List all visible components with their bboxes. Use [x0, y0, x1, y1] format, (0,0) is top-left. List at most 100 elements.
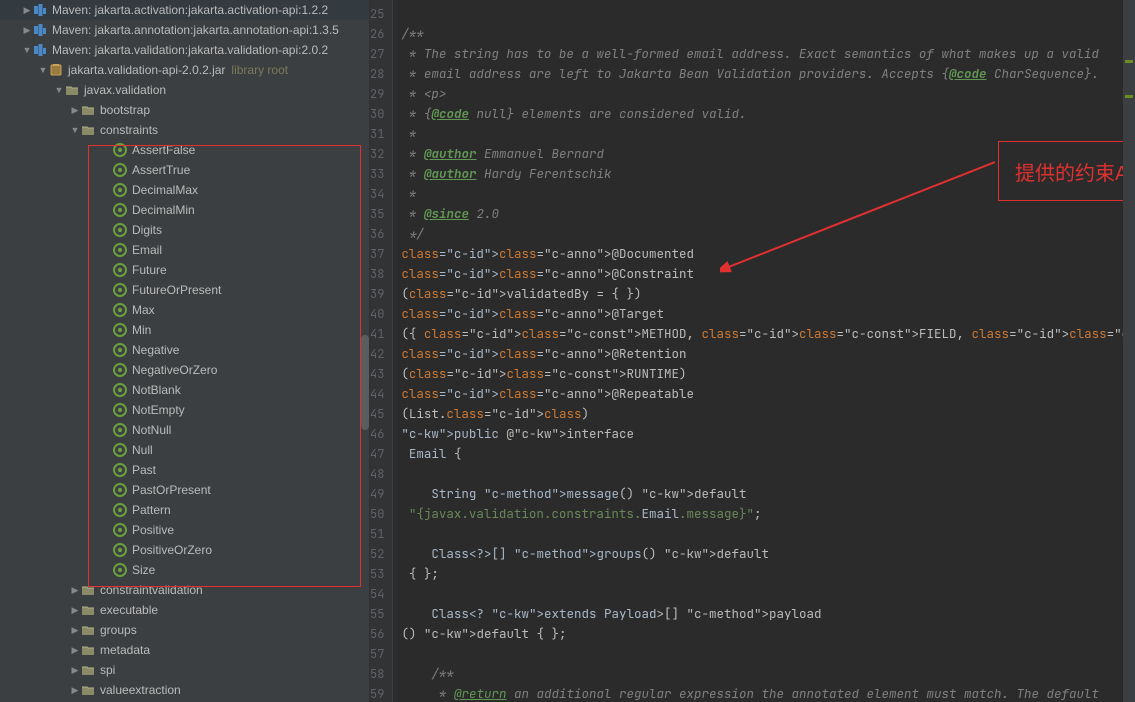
- tree-item[interactable]: AssertFalse: [0, 140, 369, 160]
- line-number: 37: [370, 244, 384, 264]
- tree-arrow-icon[interactable]: ▼: [54, 85, 64, 95]
- line-number: 34: [370, 184, 384, 204]
- tree-item-label: valueextraction: [100, 683, 181, 697]
- tree-item[interactable]: Min: [0, 320, 369, 340]
- tree-arrow-icon[interactable]: ▶: [70, 645, 80, 656]
- code-line[interactable]: [401, 4, 1135, 24]
- tree-item[interactable]: PositiveOrZero: [0, 540, 369, 560]
- code-area[interactable]: /** * The string has to be a well-formed…: [393, 0, 1135, 702]
- code-line[interactable]: [401, 464, 1135, 484]
- tree-item[interactable]: Future: [0, 260, 369, 280]
- tree-item[interactable]: NotNull: [0, 420, 369, 440]
- tree-item[interactable]: PastOrPresent: [0, 480, 369, 500]
- annotation-icon: [112, 362, 128, 378]
- tree-item[interactable]: NegativeOrZero: [0, 360, 369, 380]
- code-line[interactable]: [401, 524, 1135, 544]
- code-line[interactable]: * @author Emmanuel Bernard: [401, 144, 1135, 164]
- code-line[interactable]: Class<?>[] "c-method">groups() "c-kw">de…: [401, 544, 1135, 564]
- tree-item[interactable]: ▼ javax.validation: [0, 80, 369, 100]
- annotation-icon: [112, 182, 128, 198]
- code-line[interactable]: class="c-id">class="c-anno">@Repeatable: [401, 384, 1135, 404]
- code-line[interactable]: * @return an additional regular expressi…: [401, 684, 1135, 702]
- code-line[interactable]: *: [401, 184, 1135, 204]
- tree-item[interactable]: Past: [0, 460, 369, 480]
- code-line[interactable]: class="c-id">class="c-anno">@Target: [401, 304, 1135, 324]
- code-line[interactable]: class="c-id">class="c-anno">@Retention: [401, 344, 1135, 364]
- tree-arrow-icon[interactable]: ▶: [70, 605, 80, 616]
- line-number: 30: [370, 104, 384, 124]
- tree-item[interactable]: Digits: [0, 220, 369, 240]
- tree-item-label: groups: [100, 623, 137, 637]
- annotation-icon: [112, 522, 128, 538]
- tree-item[interactable]: DecimalMin: [0, 200, 369, 220]
- tree-item-label: DecimalMin: [132, 203, 195, 217]
- code-line[interactable]: /**: [401, 24, 1135, 44]
- code-line[interactable]: class="c-id">class="c-anno">@Constraint: [401, 264, 1135, 284]
- tree-arrow-icon[interactable]: ▼: [70, 125, 80, 135]
- code-line[interactable]: Class<? "c-kw">extends Payload>[] "c-met…: [401, 604, 1135, 624]
- tree-arrow-icon[interactable]: ▶: [70, 625, 80, 636]
- code-line[interactable]: class="c-id">class="c-anno">@Documented: [401, 244, 1135, 264]
- tree-arrow-icon[interactable]: ▶: [22, 5, 32, 16]
- code-editor[interactable]: 2526272829303132333435363738394041424344…: [370, 0, 1135, 702]
- tree-item[interactable]: ▶ groups: [0, 620, 369, 640]
- annotation-icon: [112, 282, 128, 298]
- tree-item[interactable]: ▶ constraintvalidation: [0, 580, 369, 600]
- tree-item[interactable]: Positive: [0, 520, 369, 540]
- tree-item[interactable]: ▶ executable: [0, 600, 369, 620]
- tree-item[interactable]: Null: [0, 440, 369, 460]
- tree-item[interactable]: Pattern: [0, 500, 369, 520]
- annotation-icon: [112, 242, 128, 258]
- tree-item[interactable]: ▶ bootstrap: [0, 100, 369, 120]
- code-line[interactable]: * @author Hardy Ferentschik: [401, 164, 1135, 184]
- tree-arrow-icon[interactable]: ▶: [70, 685, 80, 696]
- code-line[interactable]: [401, 644, 1135, 664]
- tree-arrow-icon[interactable]: ▶: [70, 105, 80, 116]
- tree-item[interactable]: FutureOrPresent: [0, 280, 369, 300]
- annotation-icon: [112, 462, 128, 478]
- code-line[interactable]: * email address are left to Jakarta Bean…: [401, 64, 1135, 84]
- tree-arrow-icon[interactable]: ▶: [22, 25, 32, 36]
- line-number: 29: [370, 84, 384, 104]
- code-line[interactable]: [401, 584, 1135, 604]
- code-line[interactable]: * {@code null} elements are considered v…: [401, 104, 1135, 124]
- tree-item[interactable]: NotEmpty: [0, 400, 369, 420]
- tree-item[interactable]: Max: [0, 300, 369, 320]
- code-line[interactable]: String "c-method">message() "c-kw">defau…: [401, 484, 1135, 504]
- code-line[interactable]: */: [401, 224, 1135, 244]
- tree-item[interactable]: Negative: [0, 340, 369, 360]
- annotation-icon: [112, 142, 128, 158]
- code-line[interactable]: * The string has to be a well-formed ema…: [401, 44, 1135, 64]
- line-number: 32: [370, 144, 384, 164]
- tree-arrow-icon[interactable]: ▶: [70, 585, 80, 596]
- tree-item[interactable]: ▶ spi: [0, 660, 369, 680]
- code-line[interactable]: * <p>: [401, 84, 1135, 104]
- code-line[interactable]: *: [401, 124, 1135, 144]
- tree-item[interactable]: ▶ valueextraction: [0, 680, 369, 700]
- code-line[interactable]: * @since 2.0: [401, 204, 1135, 224]
- tree-item-label: Negative: [132, 343, 179, 357]
- tree-item[interactable]: ▶ Maven: jakarta.annotation:jakarta.anno…: [0, 20, 369, 40]
- line-number: 44: [370, 384, 384, 404]
- tree-item[interactable]: Email: [0, 240, 369, 260]
- tree-arrow-icon[interactable]: ▼: [38, 65, 48, 75]
- tree-item[interactable]: ▼ jakarta.validation-api-2.0.2.jar libra…: [0, 60, 369, 80]
- line-number: 43: [370, 364, 384, 384]
- tree-item[interactable]: ▼ Maven: jakarta.validation:jakarta.vali…: [0, 40, 369, 60]
- tree-item-label: PastOrPresent: [132, 483, 211, 497]
- tree-arrow-icon[interactable]: ▶: [70, 665, 80, 676]
- tree-item[interactable]: ▶ Maven: jakarta.activation:jakarta.acti…: [0, 0, 369, 20]
- tree-arrow-icon[interactable]: ▼: [22, 45, 32, 55]
- code-line[interactable]: /**: [401, 664, 1135, 684]
- library-icon: [32, 2, 48, 18]
- code-line[interactable]: "c-kw">public @"c-kw">interface: [401, 424, 1135, 444]
- tree-item[interactable]: AssertTrue: [0, 160, 369, 180]
- tree-item[interactable]: Size: [0, 560, 369, 580]
- tree-item[interactable]: DecimalMax: [0, 180, 369, 200]
- tree-item[interactable]: ▼ constraints: [0, 120, 369, 140]
- project-tree[interactable]: ▶ Maven: jakarta.activation:jakarta.acti…: [0, 0, 370, 702]
- tree-item[interactable]: NotBlank: [0, 380, 369, 400]
- line-number: 33: [370, 164, 384, 184]
- scrollbar-thumb[interactable]: [361, 335, 369, 430]
- tree-item[interactable]: ▶ metadata: [0, 640, 369, 660]
